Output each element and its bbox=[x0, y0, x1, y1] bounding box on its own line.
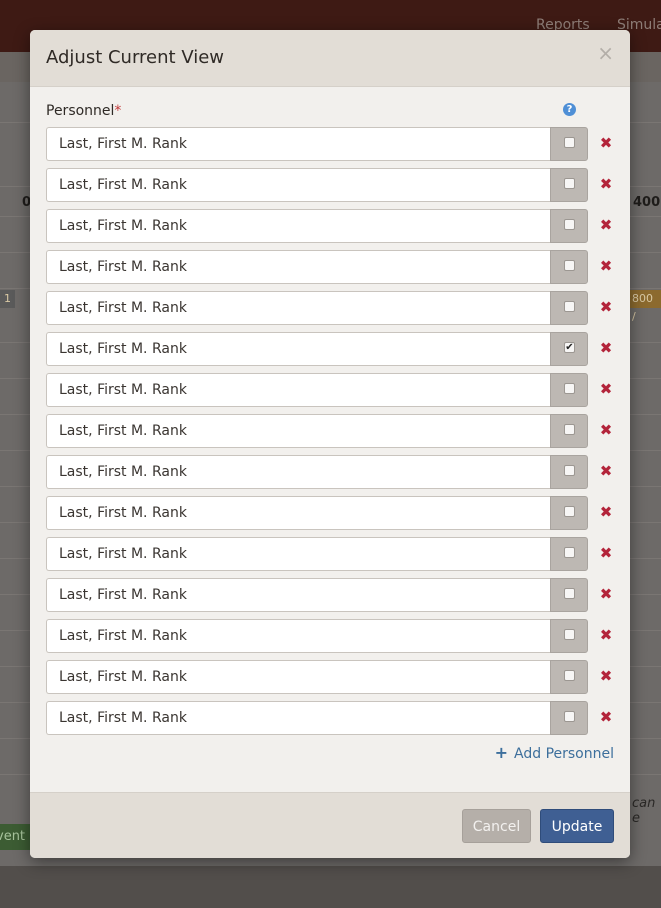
personnel-list: ✖✖✖✖✖✔✖✖✖✖✖✖✖✖✖✖ bbox=[46, 127, 616, 742]
add-personnel-label: Add Personnel bbox=[514, 746, 614, 762]
personnel-name-input[interactable] bbox=[46, 250, 551, 284]
background-footer bbox=[0, 866, 661, 908]
personnel-checkbox[interactable] bbox=[564, 547, 575, 558]
personnel-checkbox[interactable] bbox=[564, 383, 575, 394]
personnel-checkbox[interactable] bbox=[564, 219, 575, 230]
checkbox-addon bbox=[550, 701, 588, 735]
background-green-button: vent bbox=[0, 824, 30, 850]
personnel-name-input[interactable] bbox=[46, 455, 551, 489]
personnel-name-input[interactable] bbox=[46, 291, 551, 325]
adjust-view-modal: Adjust Current View × Personnel* ? ✖ ✖ ✖ ✖ ✖… bbox=[30, 30, 630, 858]
personnel-checkbox[interactable] bbox=[564, 588, 575, 599]
remove-icon[interactable]: ✖ bbox=[599, 340, 613, 356]
personnel-checkbox[interactable]: ✔ bbox=[564, 342, 575, 353]
remove-icon[interactable]: ✖ bbox=[599, 545, 613, 561]
personnel-row: ✖ bbox=[46, 578, 616, 612]
help-icon[interactable]: ? bbox=[563, 103, 576, 116]
personnel-row: ✖ bbox=[46, 537, 616, 571]
checkbox-addon bbox=[550, 209, 588, 243]
remove-icon[interactable]: ✖ bbox=[599, 176, 613, 192]
required-asterisk: * bbox=[114, 103, 122, 119]
personnel-name-input[interactable] bbox=[46, 414, 551, 448]
checkbox-addon bbox=[550, 291, 588, 325]
personnel-row: ✖ bbox=[46, 496, 616, 530]
personnel-row: ✖ bbox=[46, 373, 616, 407]
personnel-row: ✔✖ bbox=[46, 332, 616, 366]
personnel-row: ✖ bbox=[46, 414, 616, 448]
checkbox-addon bbox=[550, 537, 588, 571]
background-chip-left: 1 bbox=[0, 290, 15, 308]
personnel-checkbox[interactable] bbox=[564, 178, 575, 189]
personnel-row: ✖ bbox=[46, 619, 616, 653]
personnel-label-text: Personnel bbox=[46, 103, 115, 119]
personnel-checkbox[interactable] bbox=[564, 260, 575, 271]
remove-icon[interactable]: ✖ bbox=[599, 217, 613, 233]
remove-icon[interactable]: ✖ bbox=[599, 504, 613, 520]
remove-icon[interactable]: ✖ bbox=[599, 668, 613, 684]
personnel-checkbox[interactable] bbox=[564, 670, 575, 681]
background-side-text: can e bbox=[632, 796, 656, 826]
personnel-checkbox[interactable] bbox=[564, 711, 575, 722]
personnel-checkbox[interactable] bbox=[564, 465, 575, 476]
remove-icon[interactable]: ✖ bbox=[599, 463, 613, 479]
remove-icon[interactable]: ✖ bbox=[599, 586, 613, 602]
update-button[interactable]: Update bbox=[540, 809, 614, 843]
personnel-name-input[interactable] bbox=[46, 496, 551, 530]
plus-icon: + bbox=[494, 743, 509, 762]
personnel-name-input[interactable] bbox=[46, 373, 551, 407]
modal-header: Adjust Current View × bbox=[30, 30, 630, 87]
remove-icon[interactable]: ✖ bbox=[599, 381, 613, 397]
add-personnel-link[interactable]: + Add Personnel bbox=[495, 743, 614, 762]
personnel-row: ✖ bbox=[46, 660, 616, 694]
checkbox-addon: ✔ bbox=[550, 332, 588, 366]
personnel-checkbox[interactable] bbox=[564, 137, 575, 148]
personnel-checkbox[interactable] bbox=[564, 424, 575, 435]
personnel-row: ✖ bbox=[46, 250, 616, 284]
checkbox-addon bbox=[550, 455, 588, 489]
checkbox-addon bbox=[550, 127, 588, 161]
checkbox-addon bbox=[550, 414, 588, 448]
checkbox-addon bbox=[550, 496, 588, 530]
personnel-row: ✖ bbox=[46, 209, 616, 243]
personnel-name-input[interactable] bbox=[46, 619, 551, 653]
remove-icon[interactable]: ✖ bbox=[599, 299, 613, 315]
personnel-row: ✖ bbox=[46, 127, 616, 161]
modal-title: Adjust Current View bbox=[46, 47, 225, 68]
personnel-row: ✖ bbox=[46, 455, 616, 489]
personnel-name-input[interactable] bbox=[46, 537, 551, 571]
personnel-checkbox[interactable] bbox=[564, 506, 575, 517]
checkbox-addon bbox=[550, 578, 588, 612]
personnel-name-input[interactable] bbox=[46, 168, 551, 202]
close-icon[interactable]: × bbox=[597, 42, 614, 64]
checkbox-addon bbox=[550, 373, 588, 407]
personnel-name-input[interactable] bbox=[46, 127, 551, 161]
remove-icon[interactable]: ✖ bbox=[599, 422, 613, 438]
cancel-button[interactable]: Cancel bbox=[462, 809, 531, 843]
personnel-row: ✖ bbox=[46, 291, 616, 325]
personnel-label: Personnel* bbox=[46, 103, 121, 119]
remove-icon[interactable]: ✖ bbox=[599, 135, 613, 151]
checkbox-addon bbox=[550, 250, 588, 284]
personnel-checkbox[interactable] bbox=[564, 629, 575, 640]
checkbox-addon bbox=[550, 660, 588, 694]
personnel-name-input[interactable] bbox=[46, 209, 551, 243]
checkmark-icon: ✔ bbox=[565, 342, 574, 353]
checkbox-addon bbox=[550, 619, 588, 653]
background-chip-right: 800 / bbox=[628, 290, 661, 323]
modal-footer: Cancel Update bbox=[30, 792, 630, 858]
checkbox-addon bbox=[550, 168, 588, 202]
remove-icon[interactable]: ✖ bbox=[599, 627, 613, 643]
background-col-end: 400 bbox=[633, 195, 661, 210]
personnel-name-input[interactable] bbox=[46, 660, 551, 694]
personnel-row: ✖ bbox=[46, 168, 616, 202]
personnel-row: ✖ bbox=[46, 701, 616, 735]
personnel-name-input[interactable] bbox=[46, 332, 551, 366]
personnel-name-input[interactable] bbox=[46, 701, 551, 735]
personnel-name-input[interactable] bbox=[46, 578, 551, 612]
remove-icon[interactable]: ✖ bbox=[599, 258, 613, 274]
personnel-checkbox[interactable] bbox=[564, 301, 575, 312]
remove-icon[interactable]: ✖ bbox=[599, 709, 613, 725]
